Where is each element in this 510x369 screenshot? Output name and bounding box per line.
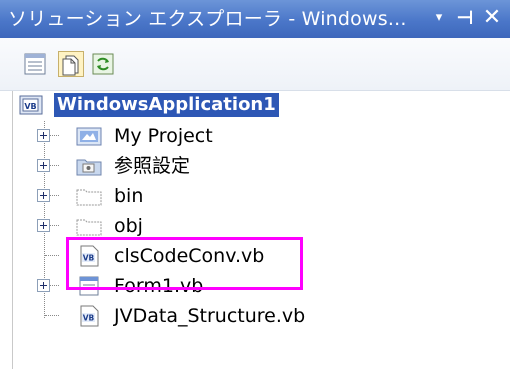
show-all-files-button[interactable] [58, 51, 84, 77]
close-button[interactable]: ✕ [481, 5, 503, 31]
title-bar: ソリューション エクスプローラ - Windows... ▾ ⊣ ✕ [0, 0, 510, 38]
expand-toggle[interactable] [37, 129, 50, 142]
vb-project-icon: VB [19, 95, 43, 115]
tree-item-jvdata-structure[interactable]: VB JVData_Structure.vb [0, 301, 510, 331]
folder-icon [76, 219, 102, 236]
my-project-icon [76, 127, 102, 146]
expand-toggle[interactable] [37, 279, 50, 292]
expand-toggle[interactable] [37, 189, 50, 202]
toolbar [0, 38, 510, 91]
auto-hide-pin-button[interactable]: ⊣ [454, 5, 476, 31]
window-dropdown-button[interactable]: ▾ [428, 5, 450, 31]
refresh-icon [92, 53, 114, 75]
item-label: JVData_Structure.vb [114, 305, 306, 327]
svg-text:VB: VB [83, 314, 95, 323]
tree-item-my-project[interactable]: My Project [0, 121, 510, 151]
highlight-annotation [66, 237, 303, 290]
tree-root[interactable]: VB WindowsApplication1 [0, 91, 510, 121]
svg-text:VB: VB [24, 102, 36, 111]
tree-item-bin[interactable]: bin [0, 181, 510, 211]
root-label: WindowsApplication1 [54, 93, 279, 117]
properties-button[interactable] [22, 51, 48, 77]
expand-toggle[interactable] [37, 219, 50, 232]
item-label: obj [114, 215, 143, 237]
solution-tree: VB WindowsApplication1 My Project 参照設定 b… [0, 91, 510, 369]
window-title: ソリューション エクスプローラ - Windows... [8, 8, 407, 30]
show-all-files-icon [62, 55, 79, 76]
properties-icon [24, 53, 46, 75]
tree-item-references[interactable]: 参照設定 [0, 151, 510, 181]
expand-toggle[interactable] [37, 159, 50, 172]
item-label: bin [114, 185, 144, 207]
vb-file-icon: VB [80, 305, 99, 327]
refresh-button[interactable] [90, 51, 116, 77]
folder-icon [76, 189, 102, 206]
references-icon [76, 159, 102, 176]
item-label: 参照設定 [114, 155, 191, 177]
item-label: My Project [114, 125, 213, 147]
